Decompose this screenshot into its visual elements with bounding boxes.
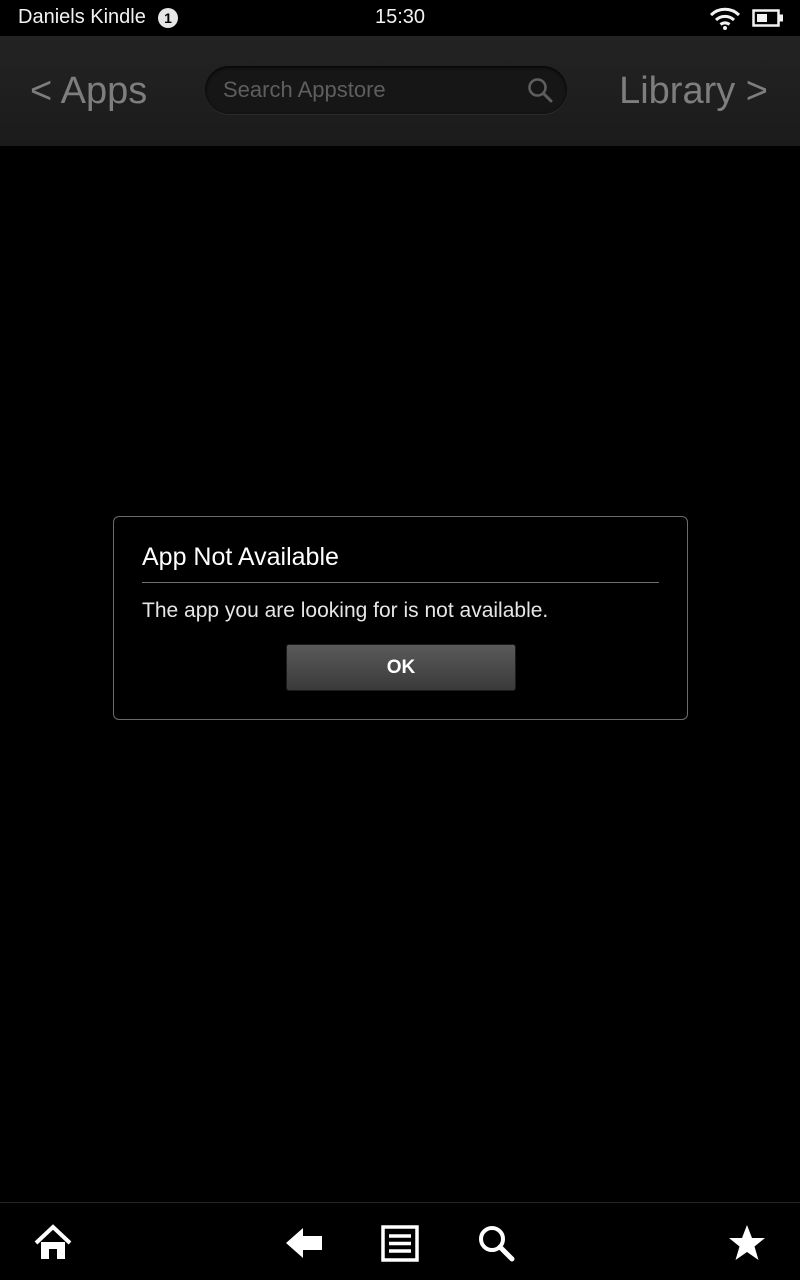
star-icon xyxy=(729,1225,765,1260)
search-icon xyxy=(479,1226,515,1262)
clock: 15:30 xyxy=(374,6,426,28)
dialog-title: App Not Available xyxy=(142,543,339,571)
apps-back-link[interactable]: < Apps xyxy=(30,70,147,113)
battery-icon xyxy=(752,9,783,27)
status-bar: Daniels Kindle 1 15:30 xyxy=(0,0,800,36)
search-icon[interactable] xyxy=(527,77,553,103)
notification-badge[interactable]: 1 xyxy=(158,8,178,28)
search-input[interactable] xyxy=(223,76,513,104)
bottom-nav-bar xyxy=(0,1202,800,1280)
wifi-icon xyxy=(709,7,741,30)
library-link[interactable]: Library > xyxy=(619,70,768,113)
menu-icon xyxy=(381,1225,419,1262)
menu-button[interactable] xyxy=(380,1223,420,1263)
home-button[interactable] xyxy=(33,1223,73,1263)
back-arrow-icon xyxy=(286,1228,322,1258)
search-button[interactable] xyxy=(476,1223,516,1263)
app-not-available-dialog: App Not Available The app you are lookin… xyxy=(113,516,688,720)
search-bar[interactable] xyxy=(205,66,567,114)
home-icon xyxy=(34,1224,72,1259)
device-name: Daniels Kindle xyxy=(18,6,146,28)
back-button[interactable] xyxy=(284,1223,324,1263)
dialog-divider xyxy=(142,582,659,583)
top-nav-bar: < Apps Library > xyxy=(0,36,800,146)
dialog-message: The app you are looking for is not avail… xyxy=(142,599,549,622)
ok-button[interactable]: OK xyxy=(286,644,516,691)
favorites-button[interactable] xyxy=(727,1223,767,1263)
